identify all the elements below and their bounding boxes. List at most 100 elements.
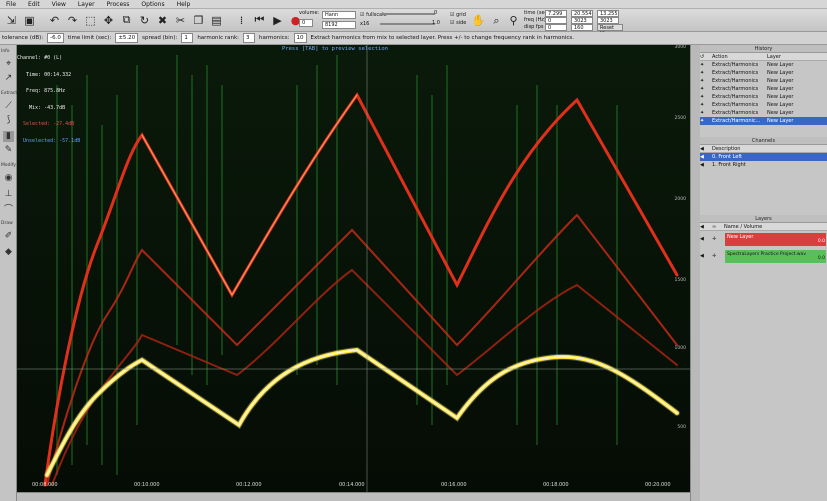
channel-row[interactable]: ◀ 1. Front Right bbox=[700, 161, 827, 169]
contrast-slider[interactable] bbox=[380, 13, 435, 15]
layers-panel: Layers ◀ ∞ Name / Volume ◀ ✛ New Layer 0… bbox=[700, 215, 827, 265]
grid-checkbox[interactable]: ☑ grid bbox=[450, 12, 466, 19]
wand-icon[interactable]: ⟋ bbox=[3, 101, 14, 112]
layer-row[interactable]: ◀ ✛ New Layer 0.0 bbox=[700, 231, 827, 248]
history-row[interactable]: ✦ Extract/Harmonics New Layer bbox=[700, 109, 827, 117]
rewind-icon[interactable]: ⏮ bbox=[251, 12, 268, 29]
history-row-selected[interactable]: ✦ Extract/Harmonic... New Layer bbox=[700, 117, 827, 125]
probe-icon[interactable]: ↗ bbox=[3, 73, 14, 84]
time-limit-field[interactable]: ±5.20 bbox=[115, 33, 139, 43]
side-label: side bbox=[456, 20, 467, 26]
layer-row[interactable]: ◀ ✛ SpectraLayers Practice Project.wav 0… bbox=[700, 248, 827, 265]
redo-icon[interactable]: ↷ bbox=[64, 12, 81, 29]
disp-start-field[interactable]: 0 bbox=[545, 24, 567, 31]
layer-new-bar[interactable]: New Layer 0.0 bbox=[725, 233, 826, 246]
move-icon[interactable]: ✥ bbox=[100, 12, 117, 29]
loop-icon[interactable]: ↻ bbox=[136, 12, 153, 29]
history-row[interactable]: ✦ Extract/Harmonics New Layer bbox=[700, 101, 827, 109]
move-layer-icon[interactable]: ✛ bbox=[712, 231, 724, 248]
zoom-icon[interactable]: ⌕ bbox=[488, 12, 505, 29]
spectrogram-view[interactable]: Channel: #0 (L) Time: 00:14.332 Freq: 87… bbox=[17, 45, 690, 492]
history-title: History bbox=[700, 45, 827, 53]
fft-select[interactable]: 8192 bbox=[322, 21, 356, 29]
layer-volume: 0.0 bbox=[817, 256, 825, 261]
play-icon[interactable]: ▶ bbox=[269, 12, 286, 29]
clone-icon[interactable]: ◉ bbox=[3, 173, 14, 184]
channels-header: ◀ Description bbox=[700, 145, 827, 153]
info-line-selected: Selected: -27.4dB bbox=[17, 121, 75, 127]
history-row[interactable]: ✦ Extract/Harmonics New Layer bbox=[700, 85, 827, 93]
lasso-icon[interactable]: ⟆ bbox=[3, 115, 14, 126]
freq-end-field[interactable]: 3023 bbox=[571, 17, 593, 24]
history-col-layer: Layer bbox=[767, 54, 781, 60]
undo-icon[interactable]: ↶ bbox=[46, 12, 63, 29]
menu-view[interactable]: View bbox=[52, 1, 66, 8]
copy-icon[interactable]: ❐ bbox=[190, 12, 207, 29]
history-layer: New Layer bbox=[767, 62, 794, 68]
reset-view-button[interactable]: Reset View bbox=[597, 24, 623, 37]
paste-icon[interactable]: ▤ bbox=[208, 12, 225, 29]
smudge-icon[interactable]: ⌒ bbox=[3, 205, 14, 216]
info-line-freq: Freq: 875.8Hz bbox=[17, 88, 66, 94]
speaker-icon: ◀ bbox=[700, 224, 704, 230]
speaker-icon[interactable]: ◀ bbox=[700, 248, 712, 265]
harmonic-rank-field[interactable]: 3 bbox=[243, 33, 255, 43]
volume-db-field[interactable]: 0 bbox=[299, 19, 313, 27]
menu-options[interactable]: Options bbox=[141, 1, 164, 8]
history-row[interactable]: ✦ Extract/Harmonics New Layer bbox=[700, 61, 827, 69]
freq-tick: 1000 bbox=[674, 346, 686, 351]
menu-edit[interactable]: Edit bbox=[28, 1, 40, 8]
menu-process[interactable]: Process bbox=[107, 1, 130, 8]
menu-layer[interactable]: Layer bbox=[78, 1, 95, 8]
history-row[interactable]: ✦ Extract/Harmonics New Layer bbox=[700, 69, 827, 77]
time-end-field[interactable]: 20.554 bbox=[571, 10, 593, 17]
delete-icon[interactable]: ✖ bbox=[154, 12, 171, 29]
dodge-icon[interactable]: ⊥ bbox=[3, 189, 14, 200]
select-rect-icon[interactable]: ⬚ bbox=[82, 12, 99, 29]
history-action: Extract/Harmonics bbox=[712, 102, 759, 108]
side-checkbox[interactable]: ☑ side bbox=[450, 20, 466, 27]
save-icon[interactable]: ▣ bbox=[21, 12, 38, 29]
window-select[interactable]: Hann bbox=[322, 11, 356, 19]
channel-row-selected[interactable]: ◀ 0. Front Left bbox=[700, 153, 827, 161]
tolerance-field[interactable]: -6.0 bbox=[47, 33, 64, 43]
pitch-icon[interactable]: ⚲ bbox=[505, 12, 522, 29]
time-start-field[interactable]: 7.299 bbox=[545, 10, 567, 17]
harmonics-tool-icon[interactable]: ▮ bbox=[3, 131, 14, 142]
time-tick: 00:08.000 bbox=[32, 482, 58, 488]
move-layer-icon[interactable]: ✛ bbox=[712, 248, 724, 265]
info-icon[interactable]: ⌖ bbox=[3, 59, 14, 70]
menu-file[interactable]: File bbox=[6, 1, 16, 8]
fft-multiplier-label: x16 bbox=[360, 21, 370, 27]
speaker-icon[interactable]: ◀ bbox=[700, 231, 712, 248]
history-row[interactable]: ✦ Extract/Harmonics New Layer bbox=[700, 77, 827, 85]
speaker-icon[interactable]: ◀ bbox=[700, 161, 712, 169]
cut-icon[interactable]: ✂ bbox=[172, 12, 189, 29]
time-length-field[interactable]: 13.255 bbox=[597, 10, 619, 17]
layer-project-bar[interactable]: SpectraLayers Practice Project.wav 0.0 bbox=[725, 250, 826, 263]
vertical-scrollbar[interactable] bbox=[690, 45, 700, 501]
spectrogram-canvas bbox=[17, 45, 690, 492]
horizontal-scrollbar[interactable] bbox=[17, 492, 690, 501]
split-icon[interactable]: ⁞ bbox=[233, 12, 250, 29]
section-info-label: Info bbox=[1, 49, 10, 54]
transform-icon[interactable]: ⧉ bbox=[118, 12, 135, 29]
menu-help[interactable]: Help bbox=[177, 1, 191, 8]
disp-end-field[interactable]: 160 bbox=[571, 24, 593, 31]
history-layer: New Layer bbox=[767, 118, 794, 124]
brush-icon[interactable]: ✎ bbox=[3, 145, 14, 156]
brightness-slider[interactable] bbox=[380, 23, 435, 25]
import-icon[interactable]: ⇲ bbox=[3, 12, 20, 29]
freq-tick: 500 bbox=[677, 425, 686, 430]
time-limit-label: time limit (sec): bbox=[67, 35, 112, 41]
spread-field[interactable]: 1 bbox=[181, 33, 194, 43]
history-row[interactable]: ✦ Extract/Harmonics New Layer bbox=[700, 93, 827, 101]
harmonics-field[interactable]: 10 bbox=[293, 33, 307, 43]
drop-icon[interactable]: ◆ bbox=[3, 247, 14, 258]
freq-start-field[interactable]: 0 bbox=[545, 17, 567, 24]
hand-icon[interactable]: ✋ bbox=[470, 12, 487, 29]
section-draw-label: Draw bbox=[1, 221, 13, 226]
freq-length-field[interactable]: 3023 bbox=[597, 17, 619, 24]
pencil-icon[interactable]: ✐ bbox=[3, 231, 14, 242]
speaker-icon[interactable]: ◀ bbox=[700, 153, 712, 161]
